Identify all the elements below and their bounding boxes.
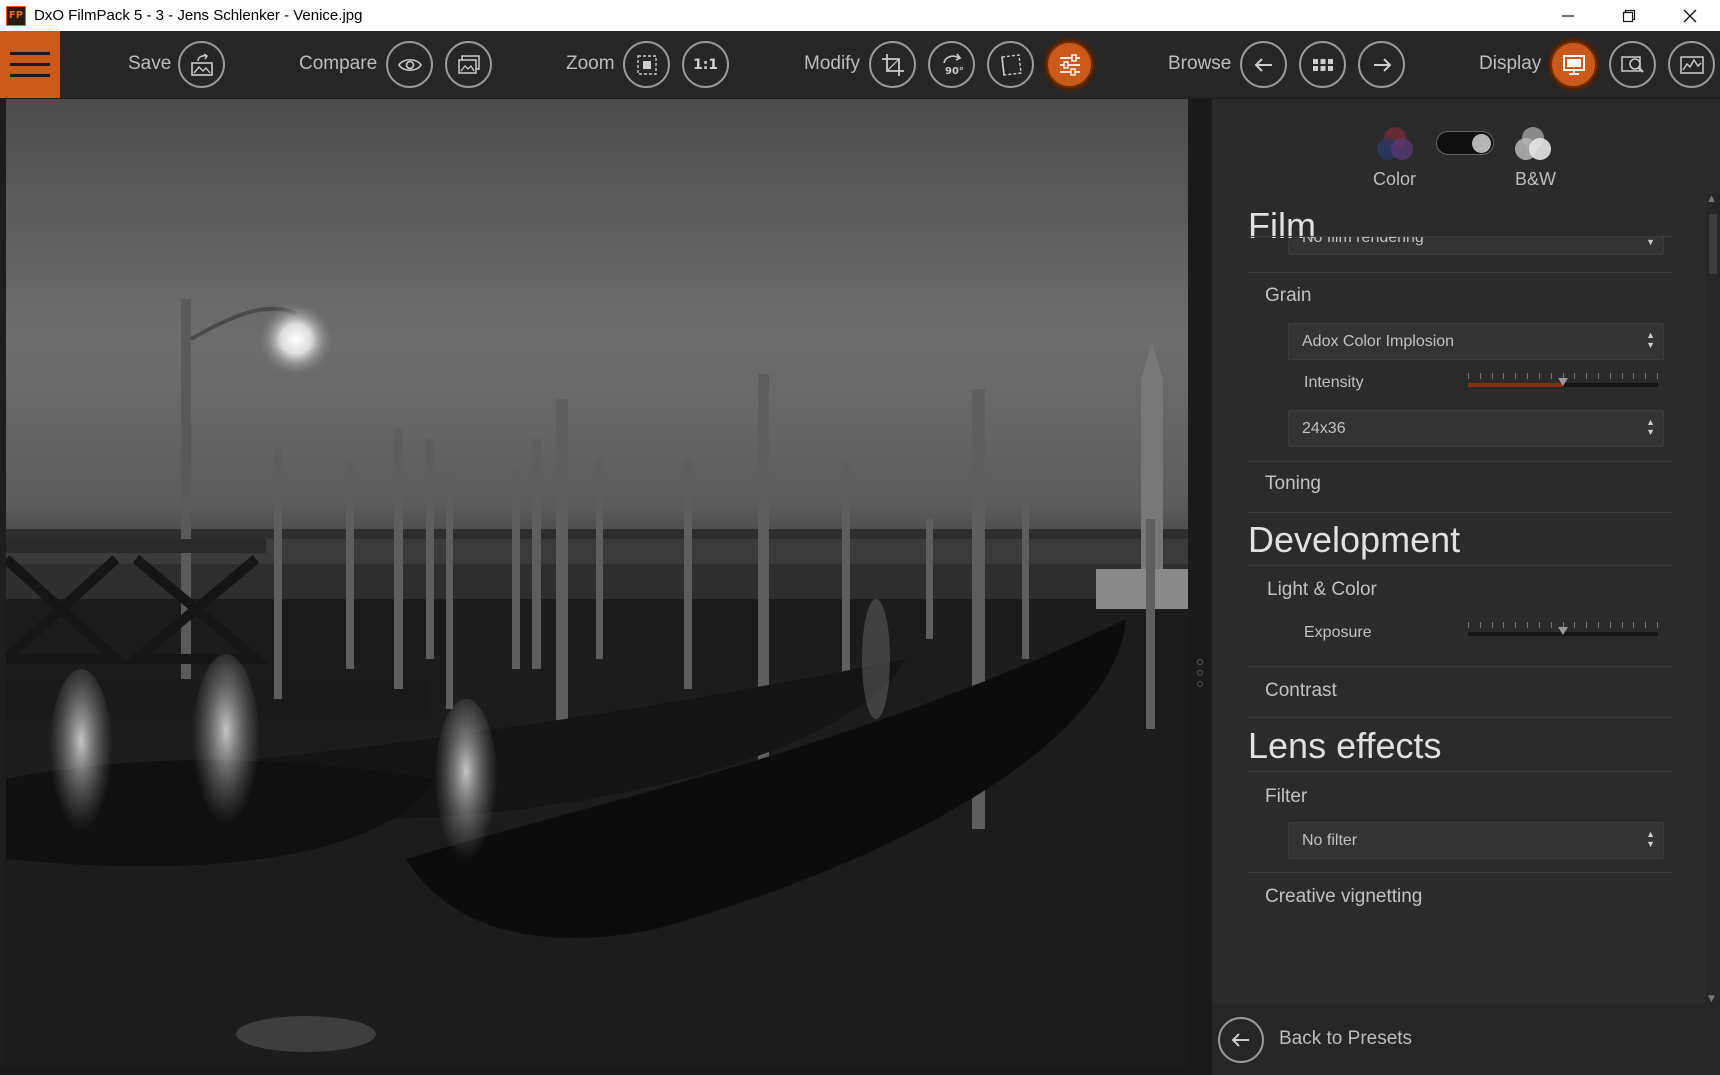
previous-image-button[interactable] bbox=[1240, 41, 1287, 88]
sliders-icon bbox=[1059, 53, 1080, 76]
bottom-strip bbox=[0, 1067, 1212, 1075]
slider-handle[interactable] bbox=[1558, 378, 1568, 386]
perspective-icon bbox=[1000, 53, 1022, 76]
toning-title[interactable]: Toning bbox=[1265, 473, 1321, 495]
compare-images-icon bbox=[457, 54, 480, 74]
eye-icon bbox=[397, 58, 422, 71]
zoom-1to1-button[interactable]: 1:1 bbox=[682, 41, 729, 88]
save-label: Save bbox=[128, 53, 172, 74]
browse-label: Browse bbox=[1168, 53, 1232, 74]
display-label: Display bbox=[1479, 53, 1542, 74]
app-icon: FP bbox=[6, 5, 26, 26]
back-to-presets-label[interactable]: Back to Presets bbox=[1279, 1028, 1412, 1050]
filter-value: No filter bbox=[1302, 831, 1358, 849]
rotate-90-icon: 90° bbox=[942, 53, 964, 77]
light-color-title[interactable]: Light & Color bbox=[1267, 579, 1377, 601]
select-arrows-icon: ▲▼ bbox=[1646, 829, 1655, 849]
grain-format-value: 24x36 bbox=[1302, 419, 1346, 437]
creative-vignetting-title[interactable]: Creative vignetting bbox=[1265, 886, 1422, 908]
export-image-icon bbox=[190, 52, 213, 76]
select-arrows-icon: ▲▼ bbox=[1646, 330, 1655, 350]
zoom-1to1-label: 1:1 bbox=[692, 56, 719, 73]
next-image-button[interactable] bbox=[1358, 41, 1405, 88]
scrollbar-thumb[interactable] bbox=[1709, 214, 1717, 274]
loupe-button[interactable] bbox=[1609, 41, 1656, 88]
back-to-presets-button[interactable] bbox=[1218, 1017, 1264, 1063]
grain-format-select[interactable]: 24x36 ▲ ▼ bbox=[1288, 410, 1664, 447]
filter-select[interactable]: No filter ▲ ▼ bbox=[1288, 822, 1664, 859]
adjustments-button[interactable] bbox=[1046, 41, 1093, 88]
exposure-slider[interactable] bbox=[1468, 622, 1658, 642]
scroll-up-icon[interactable]: ▲ bbox=[1708, 194, 1715, 204]
color-mode-switch: Color B&W bbox=[1212, 99, 1720, 199]
monitor-icon bbox=[1562, 54, 1585, 75]
venice-gondolas-photo bbox=[6, 99, 1188, 1067]
display-mode-button[interactable] bbox=[1550, 41, 1597, 88]
grid-view-button[interactable] bbox=[1299, 41, 1346, 88]
perspective-button[interactable] bbox=[987, 41, 1034, 88]
grain-title[interactable]: Grain bbox=[1265, 285, 1311, 307]
arrow-left-icon bbox=[1254, 57, 1272, 72]
color-mode-icon[interactable] bbox=[1372, 124, 1418, 164]
title-bar: FP DxO FilmPack 5 - 3 - Jens Schlenker -… bbox=[0, 0, 1720, 31]
fit-to-screen-icon bbox=[636, 54, 657, 75]
grain-type-select[interactable]: Adox Color Implosion ▲ ▼ bbox=[1288, 323, 1664, 360]
panel-scrollbar[interactable]: ▲ ▼ bbox=[1706, 194, 1720, 1004]
histogram-button[interactable] bbox=[1668, 41, 1715, 88]
back-to-presets-bar: Back to Presets bbox=[1212, 1004, 1720, 1075]
arrow-right-icon bbox=[1373, 57, 1391, 72]
crop-button[interactable] bbox=[869, 41, 916, 88]
close-icon[interactable] bbox=[1659, 0, 1720, 31]
select-arrows-icon: ▲▼ bbox=[1646, 417, 1655, 437]
exposure-label: Exposure bbox=[1304, 624, 1372, 641]
main-toolbar: Save Compare Zoom 1:1 Modify 90° Browse … bbox=[0, 31, 1720, 98]
zoom-label: Zoom bbox=[566, 53, 615, 74]
grain-type-value: Adox Color Implosion bbox=[1302, 332, 1455, 350]
grid-icon bbox=[1312, 58, 1333, 71]
settings-scroll-area: Film No film rendering ▲▼ Film Grain Ado… bbox=[1212, 199, 1720, 1004]
panel-resize-handle[interactable] bbox=[1188, 99, 1212, 1075]
minimize-icon[interactable] bbox=[1537, 0, 1598, 31]
hamburger-menu-icon[interactable] bbox=[0, 31, 60, 98]
bw-mode-label[interactable]: B&W bbox=[1515, 169, 1556, 190]
crop-icon bbox=[881, 53, 904, 76]
restore-icon[interactable] bbox=[1598, 0, 1659, 31]
compare-label: Compare bbox=[299, 53, 378, 74]
modify-label: Modify bbox=[804, 53, 860, 74]
window-title: DxO FilmPack 5 - 3 - Jens Schlenker - Ve… bbox=[34, 7, 363, 24]
film-section-title-overlay: Film bbox=[1248, 205, 1316, 246]
rotate-90-label: 90° bbox=[945, 66, 964, 77]
scroll-down-icon[interactable]: ▼ bbox=[1708, 994, 1715, 1004]
intensity-slider[interactable] bbox=[1468, 373, 1658, 393]
lens-effects-section-title[interactable]: Lens effects bbox=[1248, 725, 1441, 767]
compare-eye-button[interactable] bbox=[386, 41, 433, 88]
settings-panel: Color B&W Film No film rendering ▲▼ Film… bbox=[1212, 99, 1720, 1075]
zoom-fit-button[interactable] bbox=[623, 41, 670, 88]
slider-handle[interactable] bbox=[1558, 627, 1568, 635]
intensity-label: Intensity bbox=[1304, 374, 1364, 391]
histogram-icon bbox=[1679, 55, 1704, 74]
arrow-left-icon bbox=[1231, 1033, 1249, 1047]
rotate-button[interactable]: 90° bbox=[928, 41, 975, 88]
contrast-title[interactable]: Contrast bbox=[1265, 680, 1337, 702]
compare-split-button[interactable] bbox=[445, 41, 492, 88]
photo-preview[interactable] bbox=[6, 99, 1188, 1067]
save-button[interactable] bbox=[178, 41, 225, 88]
bw-mode-icon[interactable] bbox=[1510, 124, 1556, 164]
magnifier-icon bbox=[1620, 55, 1644, 73]
filter-title[interactable]: Filter bbox=[1265, 786, 1307, 808]
color-mode-label[interactable]: Color bbox=[1373, 169, 1416, 190]
development-section-title[interactable]: Development bbox=[1248, 519, 1460, 561]
color-bw-toggle[interactable] bbox=[1436, 131, 1494, 155]
